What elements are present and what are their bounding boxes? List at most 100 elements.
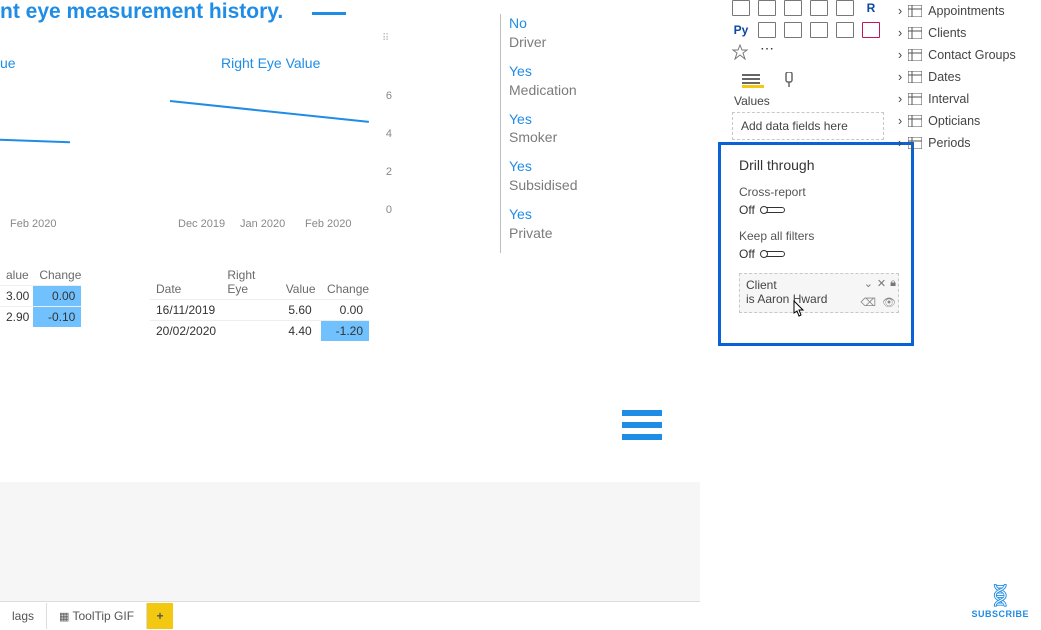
keep-filters-toggle[interactable]: Off — [739, 247, 899, 261]
viz-r-script-icon[interactable]: R — [862, 0, 880, 16]
table-icon — [908, 49, 922, 61]
flag-label: Medication — [509, 81, 578, 100]
values-well-label: Values — [732, 92, 884, 112]
left-x-tick: Feb 2020 — [10, 218, 56, 230]
cross-report-toggle[interactable]: Off — [739, 203, 899, 217]
flag-label: Subsidised — [509, 176, 578, 195]
field-table-clients[interactable]: ›Clients — [898, 22, 1038, 44]
left-eye-table[interactable]: alue Change 3.00 0.00 2.90 -0.10 — [0, 265, 81, 327]
cell-change: -0.10 — [33, 307, 81, 327]
flag-value: No — [509, 14, 578, 33]
viz-table-icon[interactable] — [810, 0, 828, 16]
field-table-interval[interactable]: ›Interval — [898, 88, 1038, 110]
chevron-right-icon: › — [898, 114, 902, 128]
ytick-6: 6 — [386, 90, 392, 102]
cell-change: 0.00 — [33, 286, 81, 306]
cell-change: 0.00 — [321, 300, 369, 320]
flag-value: Yes — [509, 110, 578, 129]
flag-value: Yes — [509, 205, 578, 224]
flag-value: Yes — [509, 62, 578, 81]
add-page-button[interactable]: + — [147, 603, 173, 629]
cell-value: 2.90 — [0, 307, 30, 327]
viz-python-icon[interactable]: Py — [732, 22, 750, 38]
cell-value: 4.40 — [280, 321, 318, 341]
fields-pane: ›Appointments ›Clients ›Contact Groups ›… — [898, 0, 1038, 154]
col-date: Date — [150, 279, 218, 299]
page-title: nt eye measurement history. — [0, 0, 283, 24]
eye-icon[interactable]: 👁︎ — [882, 296, 896, 309]
flag-label: Driver — [509, 33, 578, 52]
col-change: Change — [321, 279, 369, 299]
flag-value: Yes — [509, 157, 578, 176]
col-righteye: Right Eye — [221, 265, 276, 299]
drill-through-title: Drill through — [739, 157, 899, 173]
flag-label: Smoker — [509, 128, 578, 147]
viz-matrix-icon[interactable] — [836, 0, 854, 16]
brand-logo[interactable]: 🧬︎ SUBSCRIBE — [971, 583, 1029, 619]
ytick-0: 0 — [386, 204, 392, 216]
gif-icon: ▦ — [59, 611, 72, 623]
values-drop-zone[interactable]: Add data fields here — [732, 112, 884, 140]
close-icon[interactable]: ✕ — [877, 277, 886, 290]
cell-date: 16/11/2019 — [150, 300, 218, 320]
field-table-appointments[interactable]: ›Appointments — [898, 0, 1038, 22]
flag-label: Private — [509, 224, 578, 243]
drill-through-section: Drill through Cross-report Off Keep all … — [718, 142, 914, 346]
cell-change: -1.20 — [321, 321, 369, 341]
table-icon — [908, 93, 922, 105]
right-x-tick-2: Feb 2020 — [305, 218, 351, 230]
right-chart-title: Right Eye Value — [221, 55, 320, 71]
drill-filter-card[interactable]: Client is Aaron Hward ⌄ ✕ 🔒︎ ⌫ 👁︎ — [739, 273, 899, 313]
grip-icon[interactable]: ⠿ — [382, 33, 391, 44]
viz-qna-icon[interactable] — [810, 22, 828, 38]
chevron-down-icon[interactable]: ⌄ — [864, 277, 873, 290]
cell-date: 20/02/2020 — [150, 321, 218, 341]
tab-tooltip-gif[interactable]: ▦ ToolTip GIF — [47, 603, 147, 629]
table-icon — [908, 5, 922, 17]
cross-report-label: Cross-report — [739, 185, 899, 199]
col-value: Value — [280, 279, 318, 299]
left-chart-title: ue — [0, 55, 16, 71]
chevron-right-icon: › — [898, 26, 902, 40]
viz-custom-icon[interactable] — [732, 44, 750, 60]
viz-decomposition-icon[interactable] — [784, 22, 802, 38]
dna-icon: 🧬︎ — [971, 583, 1029, 609]
ytick-4: 4 — [386, 128, 392, 140]
cell-value: 3.00 — [0, 286, 30, 306]
fields-well-icon[interactable] — [742, 72, 764, 88]
viz-keyinfluencer-icon[interactable] — [758, 22, 776, 38]
viz-import-icon[interactable] — [862, 22, 880, 38]
table-icon — [908, 71, 922, 83]
lock-icon[interactable]: 🔒︎ — [890, 277, 896, 290]
page-tabs: lags ▦ ToolTip GIF + — [0, 601, 700, 629]
field-table-dates[interactable]: ›Dates — [898, 66, 1038, 88]
clear-icon[interactable]: ⌫ — [860, 296, 876, 309]
right-x-tick-1: Jan 2020 — [240, 218, 285, 230]
table-icon — [908, 27, 922, 39]
brand-text: SUBSCRIBE — [971, 609, 1029, 619]
table-icon — [908, 115, 922, 127]
viz-paginated-icon[interactable] — [836, 22, 854, 38]
viz-stacked-bar-icon[interactable] — [732, 0, 750, 16]
visualizations-pane: R Py ⋯ Values Add data fields here — [728, 0, 888, 140]
tab-flags[interactable]: lags — [0, 603, 47, 629]
right-eye-table[interactable]: Date Right Eye Value Change 16/11/2019 5… — [150, 265, 369, 341]
viz-area-icon[interactable] — [784, 0, 802, 16]
hamburger-icon[interactable] — [622, 410, 662, 446]
field-table-opticians[interactable]: ›Opticians — [898, 110, 1038, 132]
viz-line-icon[interactable] — [758, 0, 776, 16]
viz-more-icon[interactable]: ⋯ — [758, 44, 776, 60]
format-well-icon[interactable] — [782, 72, 804, 88]
chevron-right-icon: › — [898, 70, 902, 84]
field-table-periods[interactable]: ›Periods — [898, 132, 1038, 154]
chevron-right-icon: › — [898, 48, 902, 62]
field-table-contact-groups[interactable]: ›Contact Groups — [898, 44, 1038, 66]
flags-list: NoDriver YesMedication YesSmoker YesSubs… — [500, 14, 578, 253]
title-dash — [312, 12, 346, 15]
cell-value: 5.60 — [280, 300, 318, 320]
col-change: Change — [33, 265, 81, 285]
ytick-2: 2 — [386, 166, 392, 178]
chevron-right-icon: › — [898, 92, 902, 106]
table-icon — [908, 137, 922, 149]
chevron-right-icon: › — [898, 4, 902, 18]
